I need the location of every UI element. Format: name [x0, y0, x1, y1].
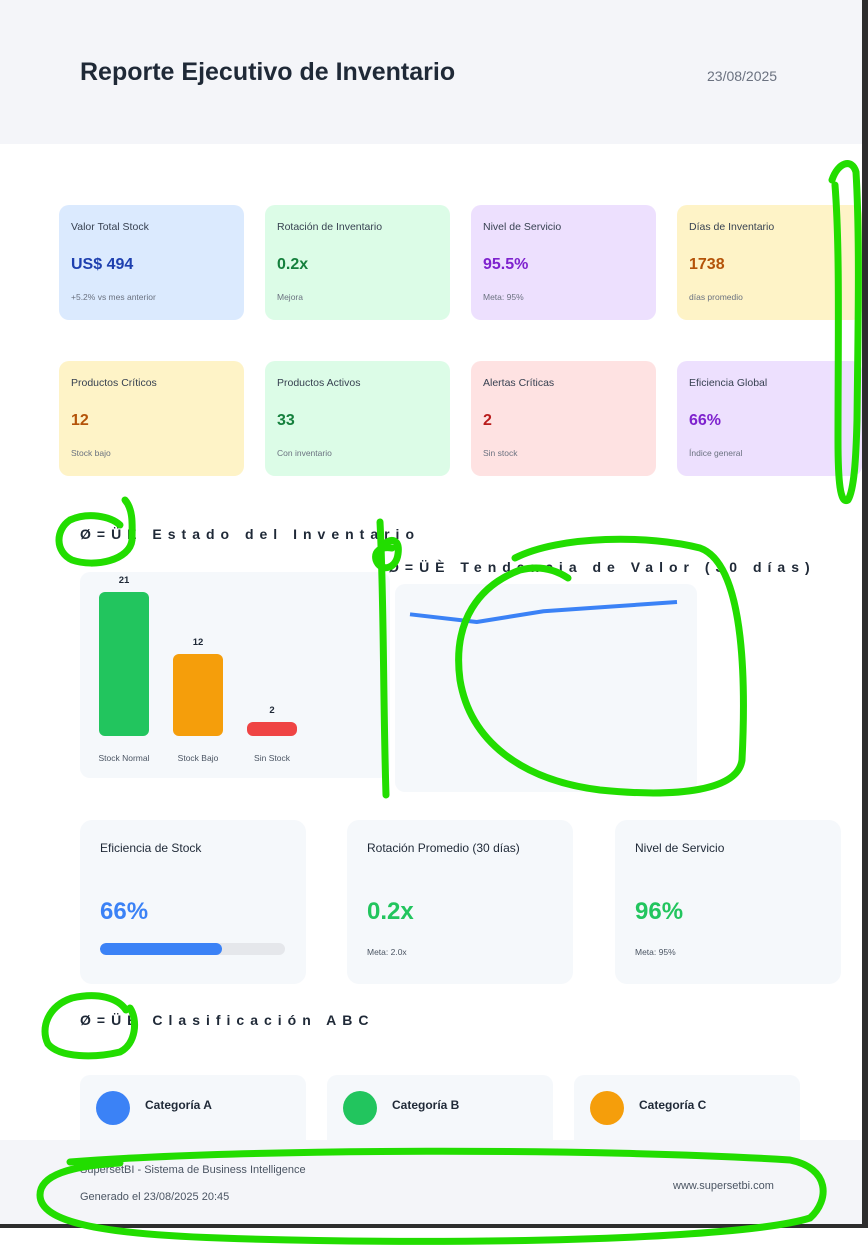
kpi-value: 66% — [689, 412, 722, 429]
kpi-label: Productos Críticos — [71, 377, 157, 389]
bar-data-label: 21 — [118, 575, 130, 586]
category-dot-icon — [343, 1091, 377, 1125]
section-title-tendencia: Ø=ÜÈ Tendencia de Valor (30 días) — [388, 559, 816, 575]
bar-data-label: 12 — [192, 637, 204, 648]
right-border — [862, 0, 868, 1226]
metric-label: Nivel de Servicio — [635, 841, 725, 855]
kpi-label: Productos Activos — [277, 377, 361, 389]
metric-label: Eficiencia de Stock — [100, 841, 202, 855]
kpi-subtext: Mejora — [277, 292, 303, 302]
footer-company: SupersetBI - Sistema de Business Intelli… — [80, 1164, 306, 1176]
kpi-value: 1738 — [689, 256, 725, 273]
kpi-subtext: Meta: 95% — [483, 292, 524, 302]
category-dot-icon — [96, 1091, 130, 1125]
report-page: Reporte Ejecutivo de Inventario 23/08/20… — [0, 0, 868, 1250]
kpi-card-rotacion-inventario: Rotación de Inventario 0.2x Mejora — [265, 205, 450, 320]
metric-value: 66% — [100, 898, 149, 925]
bar-category-label: Sin Stock — [254, 753, 290, 763]
metric-label: Rotación Promedio (30 días) — [367, 841, 520, 855]
kpi-subtext: +5.2% vs mes anterior — [71, 292, 156, 302]
kpi-card-productos-criticos: Productos Críticos 12 Stock bajo — [59, 361, 244, 476]
series-line — [409, 600, 678, 624]
kpi-value: US$ 494 — [71, 256, 134, 273]
report-header: Reporte Ejecutivo de Inventario 23/08/20… — [0, 0, 868, 144]
bar-2 — [173, 654, 223, 736]
bar-3 — [247, 722, 297, 736]
kpi-subtext: Con inventario — [277, 448, 332, 458]
kpi-card-alertas-criticas: Alertas Críticas 2 Sin stock — [471, 361, 656, 476]
kpi-card-eficiencia-global: Eficiencia Global 66% Índice general — [677, 361, 862, 476]
kpi-label: Días de Inventario — [689, 221, 775, 233]
kpi-label: Eficiencia Global — [689, 377, 768, 389]
kpi-card-nivel-servicio: Nivel de Servicio 95.5% Meta: 95% — [471, 205, 656, 320]
bottom-border — [0, 1224, 868, 1250]
footer-url-link[interactable]: www.supersetbi.com — [673, 1180, 774, 1192]
abc-label: Categoría B — [392, 1098, 460, 1112]
footer-generated: Generado el 23/08/2025 20:45 — [80, 1191, 230, 1203]
kpi-value: 95.5% — [483, 256, 529, 273]
kpi-label: Valor Total Stock — [71, 221, 149, 233]
section-title-abc: Ø=ÜÊ Clasificación ABC — [80, 1012, 375, 1028]
progress-track — [100, 943, 285, 955]
kpi-card-valor-total-stock: Valor Total Stock US$ 494 +5.2% vs mes a… — [59, 205, 244, 320]
bar-data-label: 2 — [269, 705, 275, 716]
metric-value: 0.2x — [367, 898, 414, 925]
section-title-estado: Ø=ÜÊ Estado del Inventario — [80, 526, 420, 542]
abc-label: Categoría C — [639, 1098, 707, 1112]
kpi-subtext: días promedio — [689, 292, 743, 302]
metric-subtext: Meta: 95% — [635, 947, 676, 957]
kpi-card-productos-activos: Productos Activos 33 Con inventario — [265, 361, 450, 476]
bar-chart-panel: 21 Stock Normal 12 Stock Bajo 2 Sin Stock — [80, 572, 390, 778]
progress-fill — [100, 943, 222, 955]
kpi-label: Rotación de Inventario — [277, 221, 383, 233]
kpi-label: Nivel de Servicio — [483, 221, 562, 233]
kpi-value: 33 — [277, 412, 295, 429]
metric-card-rotacion-promedio: Rotación Promedio (30 días) 0.2x Meta: 2… — [347, 820, 573, 984]
report-footer: SupersetBI - Sistema de Business Intelli… — [0, 1140, 868, 1224]
line-chart-panel — [395, 584, 697, 792]
kpi-label: Alertas Críticas — [483, 377, 555, 389]
kpi-card-dias-inventario: Días de Inventario 1738 días promedio — [677, 205, 862, 320]
metric-card-nivel-servicio: Nivel de Servicio 96% Meta: 95% — [615, 820, 841, 984]
kpi-value: 0.2x — [277, 256, 309, 273]
kpi-value: 12 — [71, 412, 89, 429]
bar-1 — [99, 592, 149, 736]
metric-subtext: Meta: 2.0x — [367, 947, 407, 957]
metric-card-eficiencia-stock: Eficiencia de Stock 66% — [80, 820, 306, 984]
bar-category-label: Stock Bajo — [177, 753, 219, 763]
kpi-subtext: Stock bajo — [71, 448, 111, 458]
page-title: Reporte Ejecutivo de Inventario — [80, 58, 456, 86]
abc-label: Categoría A — [145, 1098, 212, 1112]
report-date: 23/08/2025 — [707, 68, 778, 84]
kpi-value: 2 — [483, 412, 492, 429]
bar-category-label: Stock Normal — [98, 753, 150, 763]
kpi-subtext: Índice general — [689, 448, 743, 458]
category-dot-icon — [590, 1091, 624, 1125]
line-chart — [409, 600, 678, 624]
metric-value: 96% — [635, 898, 684, 925]
kpi-subtext: Sin stock — [483, 448, 518, 458]
